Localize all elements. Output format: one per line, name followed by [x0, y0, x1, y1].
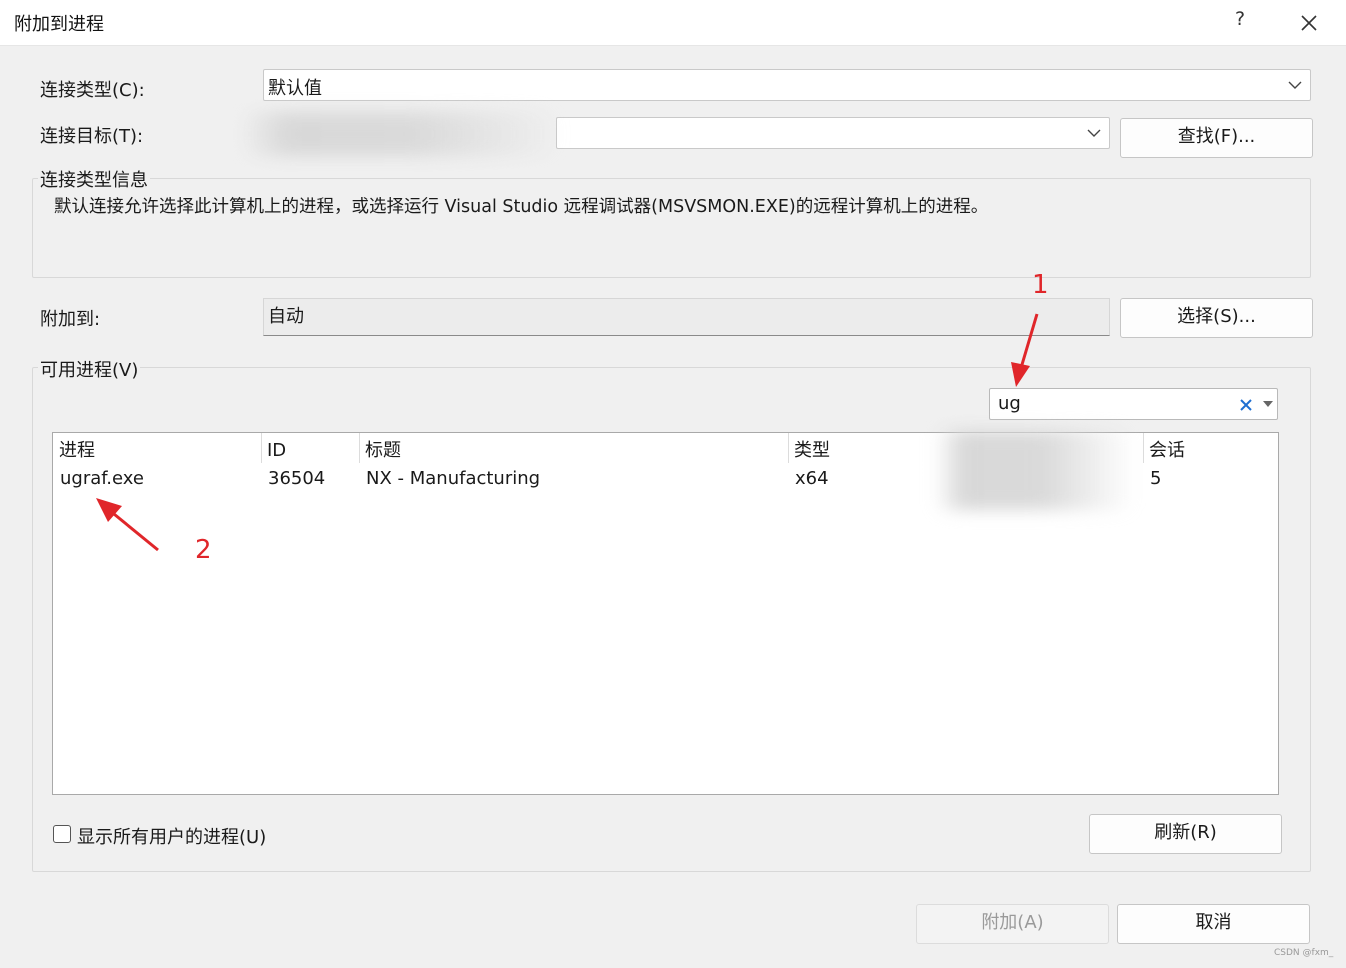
chevron-down-icon [1288, 81, 1302, 89]
process-filter-input[interactable]: ug [989, 388, 1278, 420]
annotation-marker-1: 1 [1032, 270, 1049, 300]
connection-info-label: 连接类型信息 [38, 166, 150, 192]
show-all-users-checkbox[interactable] [53, 825, 71, 843]
refresh-button[interactable]: 刷新(R) [1089, 814, 1282, 854]
chevron-down-icon [1087, 129, 1101, 137]
redacted-region [240, 112, 560, 156]
attach-to-value: 自动 [268, 306, 304, 327]
connection-target-dropdown[interactable] [556, 117, 1110, 149]
show-all-users-label[interactable]: 显示所有用户的进程(U) [77, 823, 266, 849]
close-icon [1301, 15, 1317, 31]
connection-type-dropdown[interactable]: 默认值 [263, 69, 1311, 101]
clear-icon[interactable] [1239, 398, 1253, 412]
redacted-region [934, 430, 1134, 510]
column-header-session[interactable]: 会话 [1143, 437, 1185, 465]
caret-down-icon[interactable] [1263, 401, 1273, 407]
annotation-arrow-1-icon [1011, 313, 1039, 387]
attach-button[interactable]: 附加(A) [916, 904, 1109, 944]
annotation-arrow-2-icon [96, 498, 159, 552]
connection-type-label: 连接类型(C): [40, 80, 145, 101]
column-header-title[interactable]: 标题 [359, 437, 401, 465]
column-header-process[interactable]: 进程 [53, 437, 95, 465]
column-header-id[interactable]: ID [261, 437, 286, 465]
close-button[interactable] [1292, 6, 1326, 40]
attach-to-field: 自动 [263, 298, 1110, 336]
connection-target-label: 连接目标(T): [40, 126, 144, 147]
connection-info-text: 默认连接允许选择此计算机上的进程，或选择运行 Visual Studio 远程调… [54, 197, 989, 217]
process-id-cell: 36504 [268, 468, 326, 489]
cancel-button[interactable]: 取消 [1117, 904, 1310, 944]
attach-to-label: 附加到: [40, 309, 101, 330]
select-button[interactable]: 选择(S)... [1120, 298, 1313, 338]
help-button[interactable]: ? [1228, 8, 1252, 36]
process-name-cell: ugraf.exe [60, 468, 144, 489]
process-session-cell: 5 [1150, 468, 1162, 489]
available-processes-label: 可用进程(V) [38, 356, 141, 382]
process-filter-value: ug [998, 393, 1021, 414]
process-type-cell: x64 [795, 468, 829, 489]
window-title: 附加到进程 [14, 14, 104, 35]
annotation-marker-2: 2 [195, 535, 212, 565]
connection-type-value: 默认值 [268, 78, 322, 99]
find-button[interactable]: 查找(F)... [1120, 118, 1313, 158]
title-bar [0, 0, 1346, 46]
column-header-type[interactable]: 类型 [788, 437, 830, 465]
watermark: CSDN @fxm_ [1274, 948, 1334, 958]
process-title-cell: NX - Manufacturing [366, 468, 541, 489]
